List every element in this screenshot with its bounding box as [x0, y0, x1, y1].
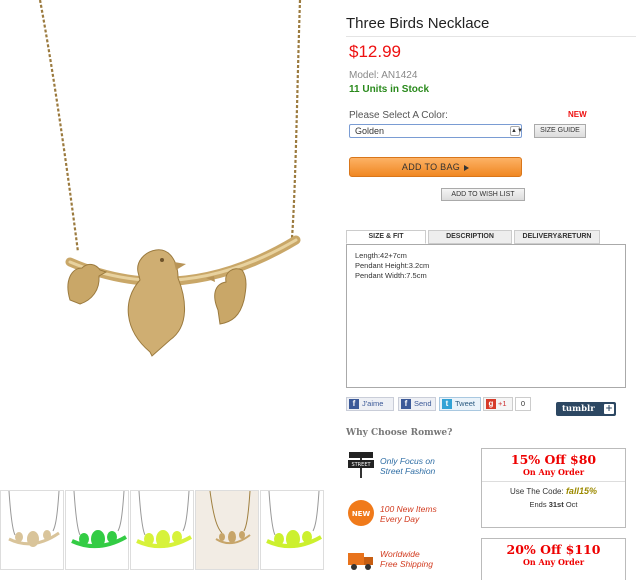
coupon-code-line: Use The Code: fall15% — [482, 481, 625, 498]
perk-line: 100 New Items — [380, 504, 437, 514]
perk-line: Street Fashion — [380, 466, 436, 476]
new-badge-icon: NEW — [348, 500, 374, 526]
coupon-ends-prefix: Ends — [529, 500, 547, 509]
size-guide-button[interactable]: SIZE GUIDE — [534, 124, 586, 138]
color-select[interactable]: Golden ▲▼ — [349, 124, 523, 138]
svg-text:NEW: NEW — [352, 510, 371, 518]
perk-line: Only Focus on — [380, 456, 435, 466]
tab-delivery-return[interactable]: DELIVERY&RETURN — [514, 230, 600, 244]
product-price: $12.99 — [349, 42, 401, 61]
tweet-button[interactable]: t Tweet — [439, 397, 481, 411]
tab-description[interactable]: DESCRIPTION — [428, 230, 512, 244]
stock-status: 11 Units in Stock — [349, 84, 430, 95]
size-length: Length:42+7cm — [355, 251, 407, 260]
product-tabs: SIZE & FIT DESCRIPTION DELIVERY&RETURN — [346, 230, 636, 244]
coupon-sub: On Any Order — [522, 557, 585, 567]
thumbnail-lime[interactable] — [260, 490, 324, 570]
add-to-bag-button[interactable]: ADD TO BAG — [349, 157, 522, 177]
tab-size-fit[interactable]: SIZE & FIT — [346, 230, 426, 244]
delivery-truck-icon — [348, 553, 373, 570]
coupon-headline: 15% Off $80 — [510, 452, 597, 467]
product-model: Model: AN1424 — [349, 70, 418, 81]
add-to-wish-list-button[interactable]: ADD TO WISH LIST — [441, 188, 525, 201]
twitter-bird-icon: t — [442, 399, 452, 409]
new-badge: NEW — [568, 110, 587, 119]
why-choose-heading: Why Choose Romwe? — [346, 428, 453, 438]
google-plus-icon: g — [486, 399, 496, 409]
play-arrow-icon — [464, 164, 470, 171]
size-pendant-width: Pendant Width:7.5cm — [355, 271, 427, 280]
thumbnail-yellow[interactable] — [130, 490, 194, 570]
updown-chevron-icon: ▲▼ — [510, 126, 523, 136]
add-to-bag-label: ADD TO BAG — [401, 162, 461, 172]
perk-street-fashion: Only Focus on Street Fashion — [380, 456, 435, 476]
perk-free-shipping: Worldwide Free Shipping — [380, 549, 433, 569]
thumbnail-golden-light[interactable] — [0, 490, 64, 570]
three-birds-necklace-image — [38, 0, 302, 357]
color-select-label: Please Select A Color: — [349, 110, 448, 121]
coupon-headline: 20% Off $110 — [506, 542, 601, 557]
thumbnail-strip — [0, 490, 325, 580]
like-label: J'aime — [362, 399, 384, 408]
coupon-15-off[interactable]: 15% Off $80 On Any Order Use The Code: f… — [481, 448, 626, 528]
tumblr-share-button[interactable]: tumblr + — [556, 402, 616, 416]
plus-icon: + — [604, 404, 614, 414]
coupon-code: fall15% — [565, 486, 597, 496]
plus-one-label: +1 — [498, 399, 507, 408]
size-fit-panel: Length:42+7cm Pendant Height:3.2cm Penda… — [346, 244, 626, 388]
coupon-code-label: Use The Code: — [510, 487, 564, 496]
coupon-ends-month: Oct — [565, 500, 578, 509]
facebook-send-button[interactable]: f Send — [398, 397, 436, 411]
title-divider — [346, 36, 636, 37]
facebook-like-button[interactable]: f J'aime — [346, 397, 394, 411]
thumbnail-gold-closeup[interactable] — [195, 490, 259, 570]
color-select-value: Golden — [355, 126, 385, 136]
plus-one-count: 0 — [515, 397, 531, 411]
size-pendant-height: Pendant Height:3.2cm — [355, 261, 430, 270]
product-title: Three Birds Necklace — [346, 15, 490, 32]
coupon-ends-date: 31st — [548, 500, 564, 509]
thumbnail-green[interactable] — [65, 490, 129, 570]
send-label: Send — [414, 399, 432, 408]
perk-line: Every Day — [380, 514, 420, 524]
facebook-icon: f — [349, 399, 359, 409]
tweet-label: Tweet — [455, 399, 476, 408]
google-plus-one-button[interactable]: g +1 — [483, 397, 513, 411]
facebook-icon: f — [401, 399, 411, 409]
coupon-sub: On Any Order — [522, 467, 585, 477]
coupon-20-off[interactable]: 20% Off $110 On Any Order — [481, 538, 626, 580]
product-main-image[interactable] — [0, 0, 335, 480]
perk-new-items: 100 New Items Every Day — [380, 504, 437, 524]
fashion-street-icon: STREET — [348, 452, 374, 478]
tumblr-label: tumblr — [562, 404, 595, 414]
svg-text:STREET: STREET — [351, 462, 371, 468]
coupon-ends: Ends 31st Oct — [482, 498, 625, 512]
perk-line: Free Shipping — [380, 559, 433, 569]
perk-line: Worldwide — [380, 549, 420, 559]
